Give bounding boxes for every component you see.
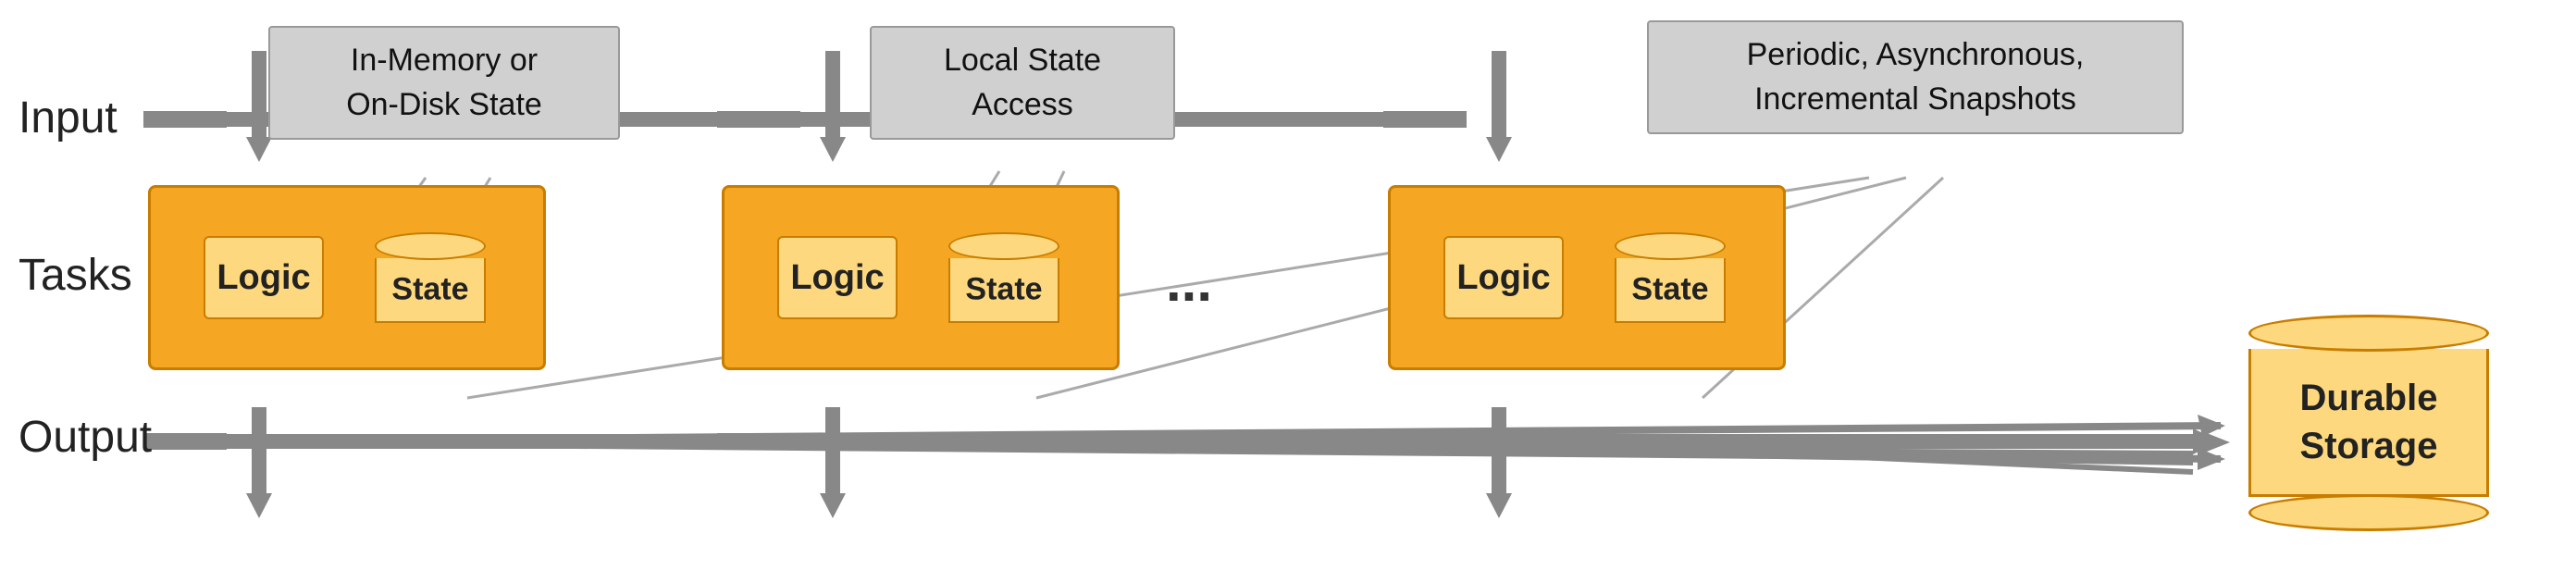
task-box-2: Logic State [722,185,1120,370]
diagram: Input Tasks Output Logic State Logic Sta… [0,0,2576,583]
state-cylinder-1: State [370,231,490,324]
state-cylinder-3: State [1610,231,1730,324]
logic-box-1: Logic [204,236,324,319]
durable-storage: Durable Storage [2230,315,2508,531]
state-cylinder-2: State [944,231,1064,324]
input-label: Input [19,93,118,143]
callout-inmemory: In-Memory or On-Disk State [268,26,620,140]
ellipsis: ... [1166,250,1212,314]
task-box-3: Logic State [1388,185,1786,370]
callout-snapshots: Periodic, Asynchronous, Incremental Snap… [1647,20,2184,134]
task-box-1: Logic State [148,185,546,370]
callout-localstate: Local State Access [870,26,1175,140]
output-label: Output [19,412,152,463]
logic-box-2: Logic [777,236,898,319]
logic-box-3: Logic [1443,236,1564,319]
tasks-label: Tasks [19,250,132,301]
